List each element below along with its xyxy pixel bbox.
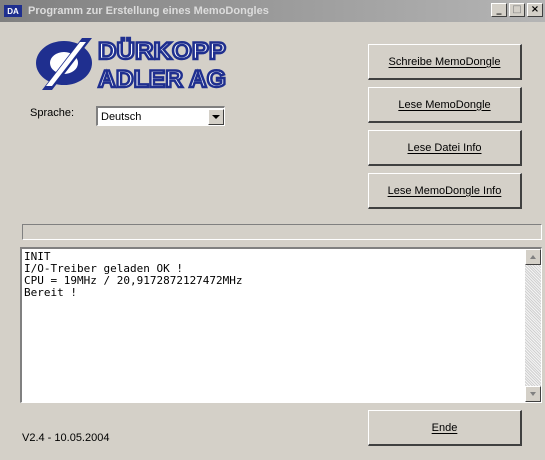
maximize-button[interactable]: □ <box>509 3 525 17</box>
scroll-down-button[interactable] <box>525 386 541 402</box>
chevron-down-icon <box>212 114 220 119</box>
close-button[interactable]: × <box>527 3 543 17</box>
read-memodongle-button[interactable]: Lese MemoDongle <box>368 87 522 123</box>
log-textarea[interactable]: INIT I/O-Treiber geladen OK ! CPU = 19MH… <box>20 247 542 403</box>
progress-bar <box>22 224 542 240</box>
scroll-up-button[interactable] <box>525 249 541 265</box>
version-label: V2.4 - 10.05.2004 <box>22 432 110 444</box>
window-title: Programm zur Erstellung eines MemoDongle… <box>28 5 269 17</box>
dropdown-button[interactable] <box>208 108 224 125</box>
end-button[interactable]: Ende <box>368 410 522 446</box>
main-window: DA Programm zur Erstellung eines MemoDon… <box>0 0 545 460</box>
window-controls: _ □ × <box>491 3 543 17</box>
read-memodongle-info-button[interactable]: Lese MemoDongle Info <box>368 173 522 209</box>
title-bar[interactable]: DA Programm zur Erstellung eines MemoDon… <box>0 0 545 22</box>
arrow-up-icon <box>530 255 536 259</box>
vertical-scrollbar[interactable] <box>525 249 541 402</box>
read-file-info-button[interactable]: Lese Datei Info <box>368 130 522 166</box>
logo-emblem-icon <box>36 38 92 90</box>
language-select[interactable]: Deutsch <box>96 106 225 126</box>
language-label: Sprache: <box>30 107 75 119</box>
arrow-down-icon <box>530 392 536 396</box>
app-icon: DA <box>4 5 22 17</box>
duerkopp-adler-logo: DÜRKOPP ADLER AG <box>36 37 227 94</box>
logo-line-2: ADLER AG <box>98 66 226 93</box>
logo-line-1: DÜRKOPP <box>98 38 226 65</box>
log-text: INIT I/O-Treiber geladen OK ! CPU = 19MH… <box>24 251 243 299</box>
minimize-button[interactable]: _ <box>491 3 507 17</box>
language-value: Deutsch <box>101 110 142 123</box>
write-memodongle-button[interactable]: Schreibe MemoDongle <box>368 44 522 80</box>
